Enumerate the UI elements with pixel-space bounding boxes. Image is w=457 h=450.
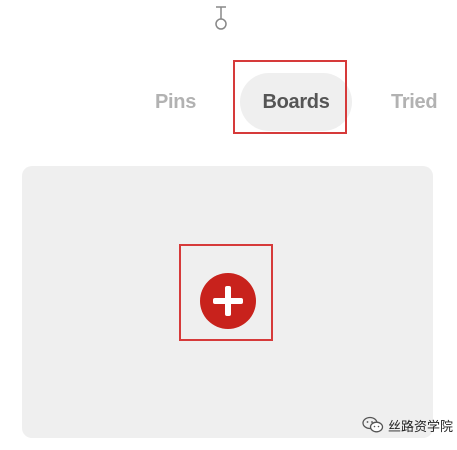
tab-pins[interactable]: Pins <box>155 82 196 122</box>
tab-boards[interactable]: Boards <box>240 73 352 131</box>
add-board-button[interactable] <box>200 273 256 329</box>
plus-icon <box>213 286 243 316</box>
tab-tried[interactable]: Tried <box>391 82 438 122</box>
wechat-icon <box>362 416 384 433</box>
pin-icon <box>212 4 230 30</box>
watermark-text: 丝路资学院 <box>388 418 454 434</box>
watermark: 丝路资学院 <box>362 414 453 436</box>
